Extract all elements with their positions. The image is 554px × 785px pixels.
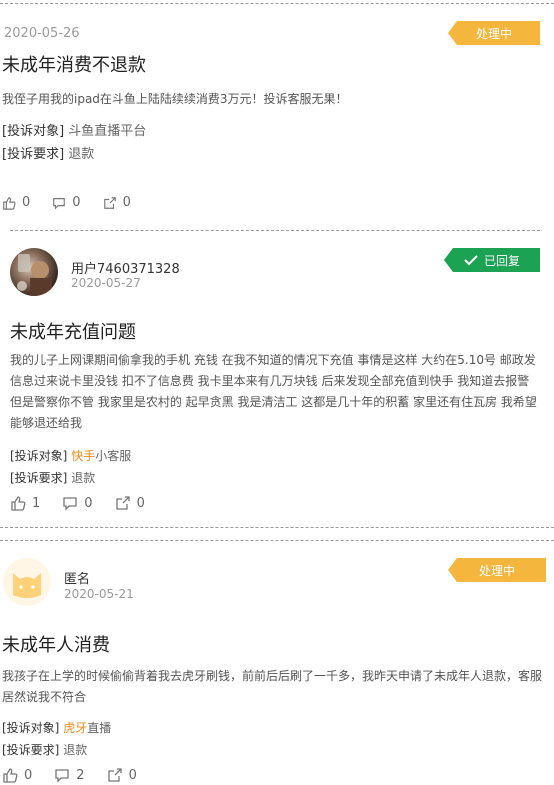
target-value-highlight[interactable]: 虎牙	[63, 721, 87, 735]
divider	[0, 527, 554, 528]
card-actions: 0 2 0	[2, 767, 159, 783]
like-button[interactable]: 1	[10, 495, 40, 511]
check-icon	[464, 255, 478, 266]
card-date: 2020-05-26	[4, 26, 80, 41]
comment-button[interactable]: 0	[62, 495, 93, 511]
target-label: [投诉对象]	[10, 449, 68, 463]
thumbs-up-icon	[3, 196, 16, 210]
target-value[interactable]: 斗鱼直播平台	[68, 124, 146, 139]
status-badge: 处理中	[448, 21, 540, 45]
card-title[interactable]: 未成年充值问题	[10, 318, 136, 344]
status-badge: 已回复	[444, 248, 540, 272]
avatar[interactable]	[2, 557, 52, 607]
card-title[interactable]: 未成年消费不退款	[2, 51, 146, 77]
target-value-rest: 直播	[87, 721, 112, 735]
request-value: 退款	[71, 471, 96, 485]
share-button[interactable]: 0	[115, 495, 145, 511]
complaint-request: [投诉要求] 退款	[2, 741, 87, 758]
status-label: 已回复	[483, 253, 520, 268]
share-count: 0	[128, 767, 137, 783]
request-label: [投诉要求]	[2, 147, 65, 162]
share-button[interactable]: 0	[107, 767, 137, 783]
comment-count: 2	[76, 767, 85, 783]
complaint-request: [投诉要求] 退款	[10, 469, 95, 486]
comment-button[interactable]: 0	[52, 195, 81, 210]
like-count: 0	[24, 767, 33, 783]
complaint-target: [投诉对象] 快手小客服	[10, 447, 131, 464]
thumbs-up-icon	[3, 768, 18, 783]
comment-icon	[53, 197, 66, 210]
cat-avatar-icon	[3, 558, 51, 606]
like-button[interactable]: 0	[2, 767, 32, 783]
divider	[0, 3, 554, 4]
complaint-request: [投诉要求] 退款	[2, 143, 94, 162]
share-icon	[115, 496, 130, 510]
request-value: 退款	[63, 743, 88, 757]
like-count: 0	[22, 195, 31, 210]
request-label: [投诉要求]	[2, 743, 60, 757]
complaint-target: [投诉对象] 斗鱼直播平台	[2, 120, 146, 139]
card-actions: 1 0 0	[10, 495, 167, 511]
user-name[interactable]: 匿名	[64, 568, 90, 587]
comment-count: 0	[72, 195, 81, 210]
comment-icon	[55, 769, 69, 783]
share-count: 0	[122, 195, 131, 210]
divider	[10, 230, 540, 231]
share-icon	[107, 768, 122, 782]
card-actions: 0 0 0	[2, 195, 153, 210]
target-value-highlight[interactable]: 快手	[71, 449, 95, 463]
request-value: 退款	[68, 147, 95, 162]
divider	[0, 540, 554, 541]
comment-icon	[63, 497, 77, 511]
comment-count: 0	[84, 495, 93, 511]
share-count: 0	[136, 495, 145, 511]
card-date: 2020-05-21	[64, 587, 134, 601]
card-body: 我侄子用我的ipad在斗鱼上陆陆续续消费3万元！投诉客服无果！	[2, 92, 348, 106]
card-title[interactable]: 未成年人消费	[2, 631, 110, 657]
request-label: [投诉要求]	[10, 471, 68, 485]
user-name[interactable]: 用户7460371328	[71, 258, 180, 277]
share-icon	[103, 196, 116, 209]
card-body: 我孩子在上学的时候偷偷背着我去虎牙刷钱，前前后后刷了一千多，我昨天申请了未成年人…	[2, 669, 543, 704]
complaint-target: [投诉对象] 虎牙直播	[2, 719, 111, 736]
avatar[interactable]	[10, 248, 58, 296]
comment-button[interactable]: 2	[54, 767, 85, 783]
status-badge: 处理中	[448, 558, 546, 582]
target-label: [投诉对象]	[2, 721, 60, 735]
card-body: 我的儿子上网课期间偷拿我的手机 充钱 在我不知道的情况下充值 事情是这样 大约在…	[10, 353, 537, 430]
card-date: 2020-05-27	[71, 276, 141, 290]
avatar-photo-icon	[17, 254, 52, 296]
share-button[interactable]: 0	[103, 195, 131, 210]
like-count: 1	[32, 495, 41, 511]
target-label: [投诉对象]	[2, 124, 65, 139]
target-value-rest: 小客服	[95, 449, 132, 463]
thumbs-up-icon	[11, 496, 26, 511]
like-button[interactable]: 0	[2, 195, 30, 210]
